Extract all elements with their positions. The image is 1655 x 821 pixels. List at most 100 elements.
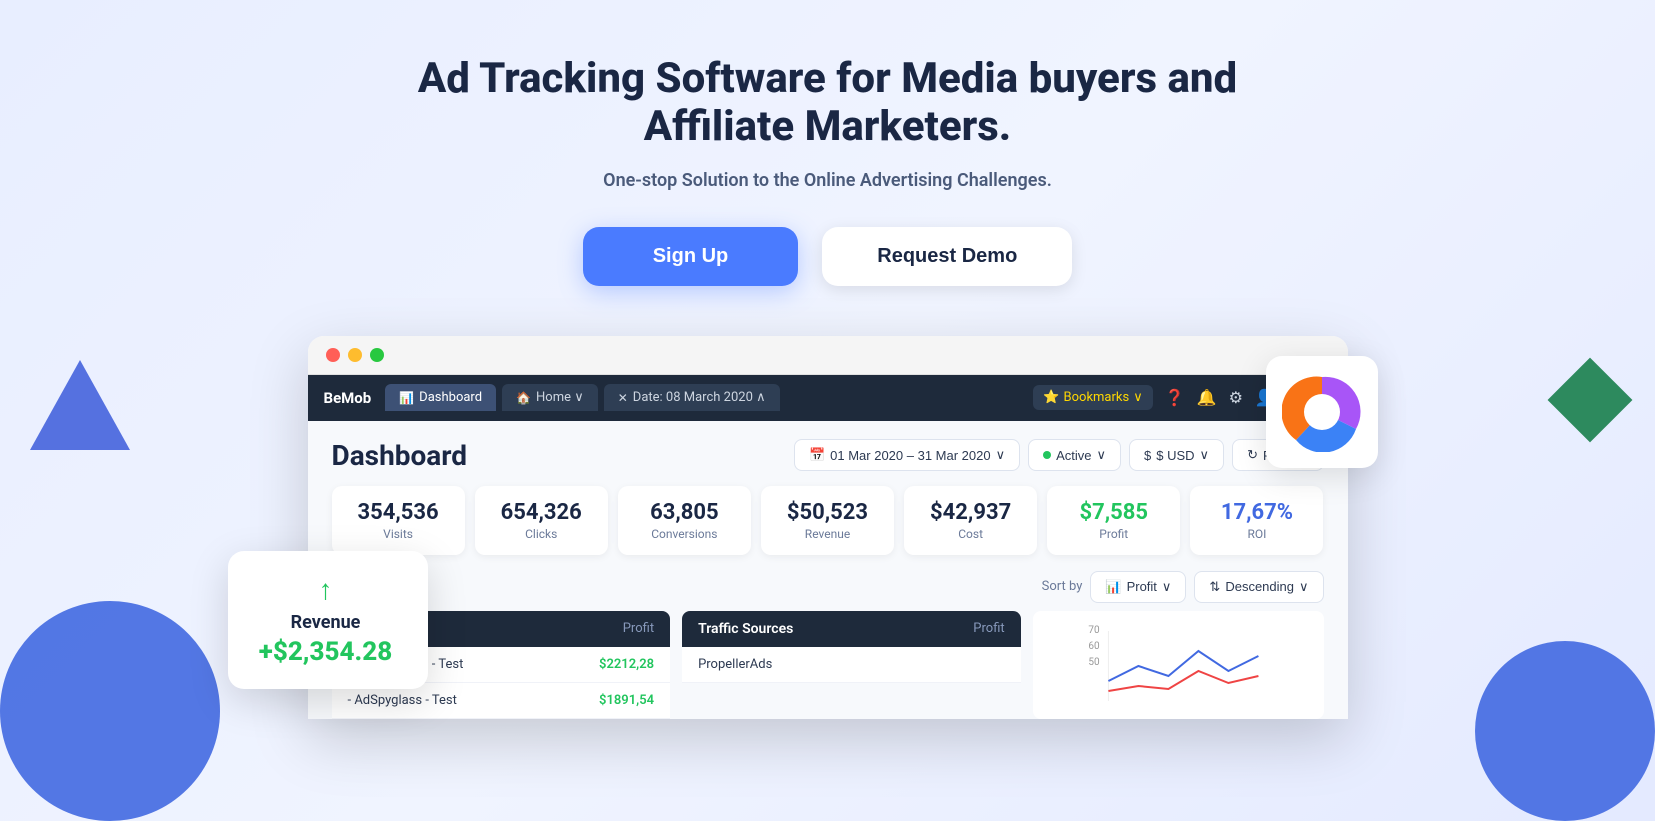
visits-label: Visits bbox=[350, 527, 447, 541]
app-navbar: BeMob 📊 Dashboard 🏠 Home ∨ ✕ Date: 08 Ma… bbox=[308, 375, 1348, 421]
traffic-sources-table: Traffic Sources Profit PropellerAds bbox=[682, 611, 1021, 719]
profit-value: $7,585 bbox=[1065, 500, 1162, 525]
svg-text:70: 70 bbox=[1088, 625, 1100, 636]
revenue-label: Revenue bbox=[250, 612, 402, 633]
table-row: PropellerAds bbox=[682, 647, 1021, 683]
hero-section: Ad Tracking Software for Media buyers an… bbox=[0, 0, 1655, 719]
bookmarks-label: Bookmarks bbox=[1064, 390, 1130, 405]
demo-button[interactable]: Request Demo bbox=[822, 227, 1072, 286]
mini-chart: 70 60 50 bbox=[1033, 611, 1324, 719]
pie-chart-card bbox=[1266, 356, 1378, 468]
signup-button[interactable]: Sign Up bbox=[583, 227, 799, 286]
dashboard-title: Dashboard bbox=[332, 439, 468, 472]
home-tab-icon: 🏠 bbox=[516, 391, 531, 405]
hero-title: Ad Tracking Software for Media buyers an… bbox=[378, 55, 1278, 152]
tables-row: Campaigns Profit - PropellerAds - Test $… bbox=[332, 611, 1324, 719]
traffic-title: Traffic Sources bbox=[698, 621, 793, 637]
star-icon: ⭐ bbox=[1043, 390, 1059, 405]
date-range-btn[interactable]: 📅 01 Mar 2020 – 31 Mar 2020 ∨ bbox=[794, 439, 1020, 471]
stat-card-cost: $42,937 Cost bbox=[904, 486, 1037, 555]
active-chevron: ∨ bbox=[1097, 447, 1107, 463]
campaign-profit-1: $2212,28 bbox=[599, 657, 654, 672]
dashboard-tab-icon: 📊 bbox=[399, 391, 414, 405]
dashboard-controls: 📅 01 Mar 2020 – 31 Mar 2020 ∨ Active ∨ $… bbox=[794, 439, 1324, 471]
dashboard-header: Dashboard 📅 01 Mar 2020 – 31 Mar 2020 ∨ … bbox=[332, 439, 1324, 472]
sort-profit-icon: 📊 bbox=[1105, 579, 1121, 595]
nav-tab-date-label: Date: 08 March 2020 ∧ bbox=[633, 390, 766, 405]
active-dot bbox=[1043, 451, 1051, 459]
help-icon[interactable]: ❓ bbox=[1165, 388, 1185, 407]
revenue-stat-value: $50,523 bbox=[779, 500, 876, 525]
line-chart-svg: 70 60 50 bbox=[1043, 621, 1314, 701]
active-status-btn[interactable]: Active ∨ bbox=[1028, 439, 1121, 471]
date-range-chevron: ∨ bbox=[996, 447, 1006, 463]
stat-card-clicks: 654,326 Clicks bbox=[475, 486, 608, 555]
sort-order-chevron: ∨ bbox=[1299, 579, 1309, 595]
mockup-container: ↑ Revenue +$2,354.28 bbox=[228, 336, 1428, 719]
stat-card-profit: $7,585 Profit bbox=[1047, 486, 1180, 555]
conversions-value: 63,805 bbox=[636, 500, 733, 525]
sort-order-label: Descending bbox=[1225, 579, 1294, 594]
stat-card-visits: 354,536 Visits bbox=[332, 486, 465, 555]
stat-card-roi: 17,67% ROI bbox=[1190, 486, 1323, 555]
sort-order-icon: ⇅ bbox=[1209, 579, 1220, 595]
campaign-profit-2: $1891,54 bbox=[599, 693, 654, 708]
currency-chevron: ∨ bbox=[1200, 447, 1210, 463]
dot-green bbox=[370, 348, 384, 362]
date-range-label: 01 Mar 2020 – 31 Mar 2020 bbox=[830, 448, 990, 463]
settings-icon[interactable]: ⚙ bbox=[1229, 388, 1243, 407]
currency-btn[interactable]: $ $ USD ∨ bbox=[1129, 439, 1224, 471]
bookmarks-chevron: ∨ bbox=[1133, 390, 1143, 405]
refresh-icon: ↻ bbox=[1247, 447, 1258, 463]
dot-red bbox=[326, 348, 340, 362]
roi-value: 17,67% bbox=[1208, 500, 1305, 525]
visits-value: 354,536 bbox=[350, 500, 447, 525]
sort-by-label: Sort by bbox=[1042, 579, 1083, 594]
calendar-icon: 📅 bbox=[809, 447, 825, 463]
notification-icon[interactable]: 🔔 bbox=[1197, 388, 1217, 407]
nav-logo: BeMob bbox=[324, 389, 372, 407]
nav-tab-dashboard-label: Dashboard bbox=[419, 390, 482, 405]
cost-label: Cost bbox=[922, 527, 1019, 541]
clicks-value: 654,326 bbox=[493, 500, 590, 525]
conversions-label: Conversions bbox=[636, 527, 733, 541]
cost-value: $42,937 bbox=[922, 500, 1019, 525]
sort-profit-chevron: ∨ bbox=[1162, 579, 1172, 595]
nav-tab-home[interactable]: 🏠 Home ∨ bbox=[502, 384, 598, 411]
browser-window: BeMob 📊 Dashboard 🏠 Home ∨ ✕ Date: 08 Ma… bbox=[308, 336, 1348, 719]
traffic-name-1: PropellerAds bbox=[698, 657, 772, 672]
revenue-value: +$2,354.28 bbox=[250, 637, 402, 667]
revenue-stat-label: Revenue bbox=[779, 527, 876, 541]
traffic-table-header: Traffic Sources Profit bbox=[682, 611, 1021, 647]
pie-chart bbox=[1282, 372, 1362, 452]
sort-profit-btn[interactable]: 📊 Profit ∨ bbox=[1090, 571, 1186, 603]
date-tab-icon: ✕ bbox=[618, 391, 628, 405]
currency-label: $ USD bbox=[1156, 448, 1194, 463]
dashboard-content: Dashboard 📅 01 Mar 2020 – 31 Mar 2020 ∨ … bbox=[308, 421, 1348, 719]
svg-text:60: 60 bbox=[1088, 641, 1100, 652]
currency-icon: $ bbox=[1144, 448, 1151, 463]
nav-tab-home-label: Home ∨ bbox=[536, 390, 584, 405]
campaigns-profit-col: Profit bbox=[623, 621, 654, 636]
stats-row: 354,536 Visits 654,326 Clicks 63,805 Con… bbox=[332, 486, 1324, 555]
sort-order-btn[interactable]: ⇅ Descending ∨ bbox=[1194, 571, 1323, 603]
hero-subtitle: One-stop Solution to the Online Advertis… bbox=[0, 170, 1655, 191]
clicks-label: Clicks bbox=[493, 527, 590, 541]
nav-tab-dashboard[interactable]: 📊 Dashboard bbox=[385, 384, 496, 411]
cta-buttons: Sign Up Request Demo bbox=[0, 227, 1655, 286]
sort-profit-label: Profit bbox=[1127, 579, 1157, 594]
active-label: Active bbox=[1056, 448, 1091, 463]
sort-row: Sort by 📊 Profit ∨ ⇅ Descending ∨ bbox=[332, 571, 1324, 603]
revenue-arrow-icon: ↑ bbox=[250, 573, 402, 606]
browser-titlebar bbox=[308, 336, 1348, 375]
bookmarks-btn[interactable]: ⭐ Bookmarks ∨ bbox=[1033, 385, 1152, 410]
campaign-name-2: - AdSpyglass - Test bbox=[348, 693, 457, 708]
nav-tab-date[interactable]: ✕ Date: 08 March 2020 ∧ bbox=[604, 384, 780, 411]
revenue-card: ↑ Revenue +$2,354.28 bbox=[228, 551, 428, 689]
stat-card-conversions: 63,805 Conversions bbox=[618, 486, 751, 555]
lower-section: Sort by 📊 Profit ∨ ⇅ Descending ∨ bbox=[332, 571, 1324, 719]
stat-card-revenue: $50,523 Revenue bbox=[761, 486, 894, 555]
traffic-profit-col: Profit bbox=[973, 621, 1004, 636]
roi-label: ROI bbox=[1208, 527, 1305, 541]
profit-label: Profit bbox=[1065, 527, 1162, 541]
